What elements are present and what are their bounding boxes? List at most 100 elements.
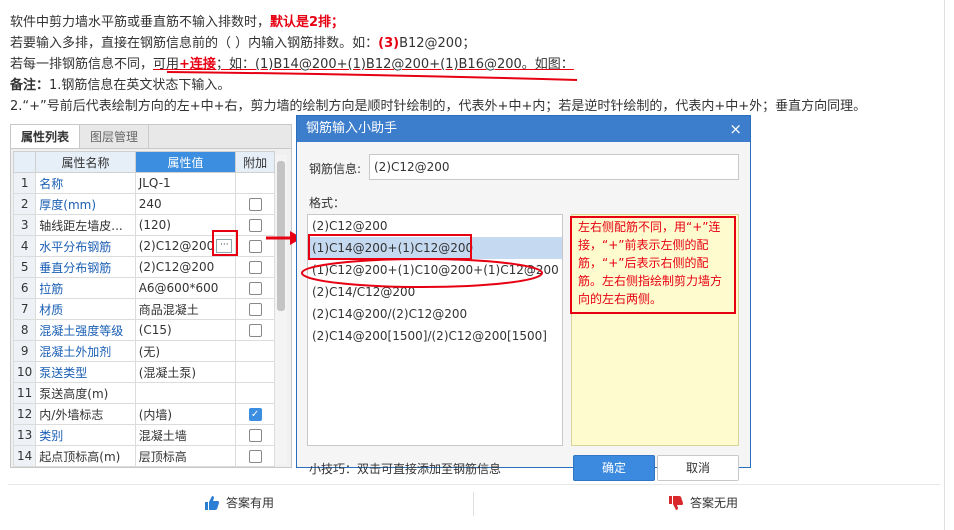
table-row[interactable]: 6 拉筋 A6@600*600 xyxy=(12,277,275,299)
property-value[interactable]: 混凝土墙 xyxy=(134,424,237,446)
useful-button[interactable]: 答案有用 xyxy=(204,494,274,511)
table-row[interactable]: 1 名称 JLQ-1 xyxy=(12,172,275,194)
extra-cell xyxy=(235,382,275,404)
row-number: 13 xyxy=(12,424,37,446)
table-row[interactable]: 14 起点顶标高(m) 层顶标高 xyxy=(12,445,275,467)
row-number: 10 xyxy=(12,361,37,383)
property-name: 内/外墙标志 xyxy=(35,403,136,425)
header-extra: 附加 xyxy=(235,151,275,173)
table-row[interactable]: 12 内/外墙标志 (内墙) ✓ xyxy=(12,403,275,425)
property-name: 水平分布钢筋 xyxy=(35,235,136,257)
row-number: 6 xyxy=(12,277,37,299)
property-value[interactable]: (无) xyxy=(134,340,237,362)
header-property-name: 属性名称 xyxy=(35,151,136,173)
extra-checkbox[interactable] xyxy=(248,282,262,295)
cancel-button[interactable]: 取消 xyxy=(657,455,739,481)
property-value[interactable] xyxy=(134,382,237,404)
table-row[interactable]: 5 垂直分布钢筋 (2)C12@200 xyxy=(12,256,275,278)
table-row[interactable]: 10 泵送类型 (混凝土泵) xyxy=(12,361,275,383)
format-item[interactable]: (2)C14@200[1500]/(2)C12@200[1500] xyxy=(308,325,562,347)
property-value-text: 商品混凝土 xyxy=(138,302,199,317)
highlight-format-three-rows-ellipse xyxy=(301,258,543,288)
property-name: 泵送类型 xyxy=(35,361,136,383)
rebar-info-input[interactable]: (2)C12@200 xyxy=(369,154,739,180)
extra-checkbox[interactable]: ✓ xyxy=(248,408,262,421)
property-name: 拉筋 xyxy=(35,277,136,299)
property-value[interactable]: 商品混凝土 xyxy=(134,298,237,320)
property-value-text: 混凝土墙 xyxy=(138,428,187,443)
property-name: 泵送高度(m) xyxy=(35,382,136,404)
property-value[interactable]: (C15) xyxy=(134,319,237,341)
extra-cell xyxy=(235,340,275,362)
useful-label: 答案有用 xyxy=(226,496,275,510)
thumbs-down-icon xyxy=(669,495,683,510)
format-item[interactable]: (2)C14@200/(2)C12@200 xyxy=(308,303,562,325)
close-icon[interactable]: × xyxy=(729,116,742,142)
highlight-note-box xyxy=(570,216,736,314)
header-num xyxy=(12,151,37,173)
extra-cell xyxy=(235,319,275,341)
row-number: 11 xyxy=(12,382,37,404)
property-name: 类别 xyxy=(35,424,136,446)
property-value-text: (无) xyxy=(138,344,161,359)
property-name: 轴线距左墙皮... xyxy=(35,214,136,236)
table-row[interactable]: 11 泵送高度(m) xyxy=(12,382,275,404)
article-text: 软件中剪力墙水平筋或垂直筋不输入排数时，默认是2排； 若要输入多排，直接在钢筋信… xyxy=(10,12,945,117)
table-row[interactable]: 9 混凝土外加剂 (无) xyxy=(12,340,275,362)
tab-layer-management[interactable]: 图层管理 xyxy=(80,125,150,148)
property-value-text: (内墙) xyxy=(138,407,173,422)
row-number: 1 xyxy=(12,172,37,194)
extra-cell xyxy=(235,172,275,194)
extra-cell xyxy=(235,424,275,446)
useless-button[interactable]: 答案无用 xyxy=(668,494,738,511)
dialog-title: 钢筋输入小助手 xyxy=(306,121,398,136)
right-border xyxy=(944,0,945,530)
extra-checkbox[interactable] xyxy=(248,198,262,211)
property-value[interactable]: (2)C12@200 xyxy=(134,256,237,278)
feedback-separator xyxy=(473,492,474,516)
extra-cell xyxy=(235,298,275,320)
property-value[interactable]: A6@600*600 xyxy=(134,277,237,299)
extra-checkbox[interactable] xyxy=(248,450,262,463)
property-value[interactable]: JLQ-1 xyxy=(134,172,237,194)
extra-checkbox[interactable] xyxy=(248,219,262,232)
header-property-value: 属性值 xyxy=(134,151,237,173)
thumbs-up-icon xyxy=(205,495,219,510)
row-number: 12 xyxy=(12,403,37,425)
property-value[interactable]: 240 xyxy=(134,193,237,215)
table-row[interactable]: 8 混凝土强度等级 (C15) xyxy=(12,319,275,341)
ok-button[interactable]: 确定 xyxy=(573,455,655,481)
article-line-5: 2.“+”号前后代表绘制方向的左+中+右，剪力墙的绘制方向是顺时针绘制的，代表外… xyxy=(10,99,867,114)
table-row[interactable]: 7 材质 商品混凝土 xyxy=(12,298,275,320)
property-value[interactable]: (内墙) xyxy=(134,403,237,425)
highlight-dots-button-box xyxy=(212,230,238,256)
row-number: 14 xyxy=(12,445,37,467)
property-table: 属性名称 属性值 附加 1 名称 JLQ-1 2 厚度(mm) 240 3 轴线距左墙皮...… xyxy=(12,151,275,467)
table-row[interactable]: 2 厚度(mm) 240 xyxy=(12,193,275,215)
article-line-2: 若要输入多排，直接在钢筋信息前的（ ）内输入钢筋排数。如：(3)B12@200； xyxy=(10,36,476,51)
tip-text: 小技巧：双击可直接添加至钢筋信息 xyxy=(309,462,502,476)
property-value-text: A6@600*600 xyxy=(138,281,219,295)
property-value[interactable]: (混凝土泵) xyxy=(134,361,237,383)
property-value-text: (2)C12@200 xyxy=(138,260,215,274)
row-number: 7 xyxy=(12,298,37,320)
extra-checkbox[interactable] xyxy=(248,261,262,274)
property-value-text: JLQ-1 xyxy=(138,176,171,190)
format-label: 格式： xyxy=(309,196,346,210)
extra-cell xyxy=(235,256,275,278)
red-underline-curve xyxy=(166,71,578,81)
row-number: 9 xyxy=(12,340,37,362)
property-value-text: (2)C12@200 xyxy=(138,238,215,253)
extra-checkbox[interactable] xyxy=(248,324,262,337)
table-row[interactable]: 13 类别 混凝土墙 xyxy=(12,424,275,446)
tab-property-list[interactable]: 属性列表 xyxy=(11,125,81,148)
extra-checkbox[interactable] xyxy=(248,303,262,316)
property-scrollbar[interactable] xyxy=(275,155,287,465)
property-value[interactable]: 层顶标高 xyxy=(134,445,237,467)
property-panel: 属性列表 图层管理 属性名称 属性值 附加 1 名称 JLQ-1 2 厚度(mm) 240… xyxy=(10,124,292,468)
dialog-titlebar: 钢筋输入小助手 × xyxy=(297,116,750,142)
property-value-text: (C15) xyxy=(138,323,172,337)
row-number: 4 xyxy=(12,235,37,257)
extra-checkbox[interactable] xyxy=(248,429,262,442)
extra-checkbox[interactable] xyxy=(248,240,262,253)
